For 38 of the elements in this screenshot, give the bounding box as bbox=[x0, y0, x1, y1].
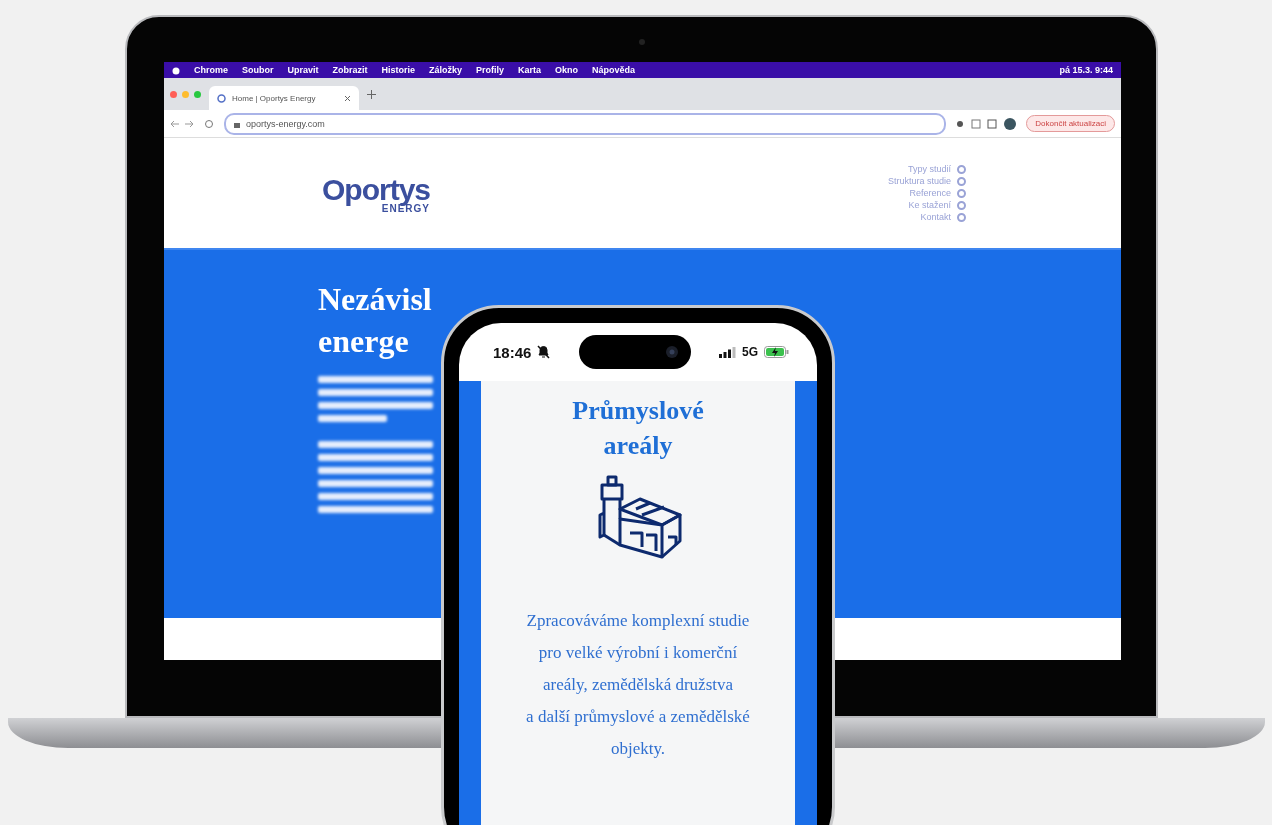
plus-icon[interactable] bbox=[367, 89, 376, 99]
logo[interactable]: Oportys bbox=[322, 172, 431, 207]
tab-title: Home | Oportys Energy bbox=[232, 93, 316, 103]
camera-icon bbox=[639, 39, 645, 45]
menu-item[interactable]: Karta bbox=[518, 65, 542, 75]
menu-item[interactable]: Zobrazit bbox=[332, 65, 368, 75]
circle-icon bbox=[957, 212, 966, 222]
browser-tab[interactable]: Home | Oportys Energy bbox=[209, 86, 359, 110]
card-title: Průmyslové areály bbox=[571, 395, 705, 462]
signal-icon bbox=[718, 346, 736, 358]
apple-icon bbox=[172, 65, 180, 75]
camera-icon bbox=[664, 345, 679, 359]
menu-item[interactable]: Chrome bbox=[194, 65, 228, 75]
menu-item[interactable]: Soubor bbox=[242, 65, 274, 75]
menu-item[interactable]: Okno bbox=[555, 65, 579, 75]
menu-item[interactable]: Historie bbox=[381, 65, 416, 75]
menu-item[interactable]: Nápověda bbox=[592, 65, 636, 75]
circle-icon bbox=[957, 200, 966, 210]
battery-charging-icon bbox=[764, 346, 789, 358]
bell-slash-icon bbox=[537, 345, 551, 359]
close-icon[interactable] bbox=[344, 94, 351, 102]
clock: pá 15.3. 9:44 bbox=[1059, 65, 1113, 75]
update-button[interactable]: Dokončit aktualizaci bbox=[1026, 115, 1115, 132]
window-controls-icon[interactable] bbox=[170, 90, 201, 98]
toolbar-icons[interactable] bbox=[956, 117, 1017, 130]
circle-icon bbox=[957, 176, 966, 186]
address-bar[interactable]: oportys-energy.com bbox=[224, 112, 947, 135]
card-description: Zpracováváme komplexní studie pro velké výrobní i komerční areály, zemědělská družstva a další průmyslové a zemědělské objekty. bbox=[525, 610, 751, 760]
menu-item[interactable]: Profily bbox=[476, 65, 505, 75]
navigation-arrows-icon[interactable] bbox=[170, 118, 214, 129]
circle-icon bbox=[957, 164, 966, 174]
circle-icon bbox=[957, 188, 966, 198]
status-time: 18:46 bbox=[493, 343, 532, 361]
hero-title: Nezávisl energe bbox=[318, 280, 432, 361]
network-label: 5G bbox=[741, 345, 758, 359]
globe-icon bbox=[217, 93, 226, 103]
menu-item[interactable]: Záložky bbox=[429, 65, 463, 75]
menu-item[interactable]: Upravit bbox=[287, 65, 319, 75]
